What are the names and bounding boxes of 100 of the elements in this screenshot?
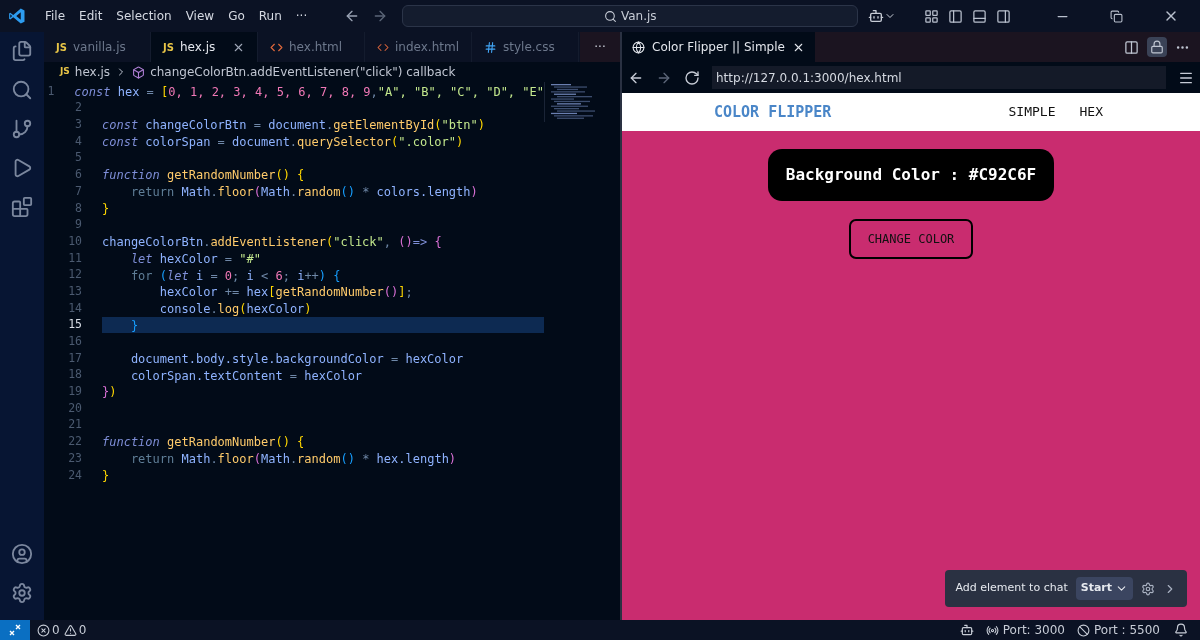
explorer-icon[interactable] — [11, 40, 33, 62]
warning-count[interactable]: 0 — [78, 621, 87, 639]
nav-link[interactable]: SIMPLE — [1008, 102, 1056, 122]
lock-button[interactable] — [1147, 37, 1167, 57]
page-icon — [632, 40, 645, 54]
line-number: 12 — [67, 266, 82, 284]
error-count[interactable]: 0 — [52, 621, 60, 639]
brand-link[interactable]: COLOR FLIPPER — [714, 100, 832, 124]
change-color-button[interactable]: CHANGE COLOR — [848, 219, 974, 259]
code-line: colorSpan.textContent = hexColor — [129, 368, 363, 383]
js-file-icon: JS — [163, 39, 174, 55]
code-line: document.body.style.backgroundColor = hexColor — [129, 352, 464, 366]
line-number: 22 — [67, 433, 82, 451]
line-number: 6 — [74, 166, 82, 184]
robot-icon[interactable] — [959, 623, 974, 637]
search-icon — [603, 9, 617, 23]
line-number: 13 — [67, 282, 82, 300]
start-button[interactable]: Start — [1075, 577, 1133, 600]
browser-tab[interactable]: Color Flipper || Simple — [622, 32, 815, 62]
code-line: let hexColor = "#" — [129, 251, 261, 266]
command-search-field[interactable]: Van.js — [402, 5, 859, 27]
notification-icon[interactable] — [1174, 623, 1188, 637]
cube-icon — [132, 65, 146, 79]
port-status[interactable]: Port : 5500 — [1077, 621, 1160, 639]
line-number: 16 — [67, 333, 82, 351]
line-number: 1 — [46, 82, 55, 100]
js-file-icon: JS — [60, 65, 70, 79]
menu-item[interactable]: ··· — [288, 7, 315, 25]
menu-item[interactable]: Selection — [109, 7, 179, 25]
menu-item[interactable]: View — [178, 7, 222, 25]
breadcrumb-file[interactable]: hex.js — [74, 63, 111, 81]
more-actions-button[interactable]: ··· — [580, 32, 620, 62]
code-line: return Math.floor(Math.random() * hex.length) — [129, 452, 457, 467]
editor-tab[interactable]: hex.html — [258, 32, 365, 62]
toggle-sidebar-icon[interactable] — [948, 8, 963, 24]
code-line: const colorSpan = document.querySelector(".color") — [102, 135, 464, 150]
search-text: Van.js — [620, 8, 657, 25]
line-number: 10 — [67, 232, 82, 250]
line-number: 23 — [67, 449, 82, 467]
editor-tab[interactable]: JS hex.js — [151, 32, 258, 62]
error-icon[interactable] — [37, 623, 50, 637]
editor-tab[interactable]: style.css — [472, 32, 579, 62]
url-field[interactable]: http://127.0.0.1:3000/hex.html — [712, 66, 1166, 89]
nav-link[interactable]: HEX — [1079, 102, 1103, 122]
code-line: }) — [102, 385, 117, 400]
code-line: } — [102, 468, 110, 483]
warning-icon[interactable] — [63, 623, 77, 637]
breadcrumb-symbol[interactable]: changeColorBtn.addEventListener("click") callback — [150, 63, 456, 81]
line-number: 8 — [74, 199, 82, 217]
layout-icon[interactable] — [924, 8, 939, 24]
line-number: 14 — [67, 299, 82, 317]
menu-item[interactable]: Go — [221, 7, 252, 25]
broadcast-icon — [985, 623, 999, 637]
chat-toolbar-label: Add element to chat — [955, 580, 1068, 597]
settings-icon[interactable] — [1141, 581, 1155, 596]
line-number: 4 — [74, 132, 82, 150]
editor-tab[interactable]: index.html — [365, 32, 472, 62]
code-line: const changeColorBtn = document.getElementById("btn") — [102, 118, 485, 133]
split-editor-icon[interactable] — [1124, 39, 1139, 55]
toggle-panel-icon[interactable] — [972, 8, 987, 24]
line-number: 15 — [67, 316, 82, 334]
code-line: return Math.floor(Math.random() * colors.length) — [129, 185, 478, 200]
code-line: } — [102, 201, 110, 216]
code-line: function getRandomNumber() { — [102, 168, 305, 183]
robot-icon[interactable] — [868, 8, 885, 24]
menu-item[interactable]: Run — [251, 7, 289, 25]
reload-icon[interactable] — [684, 69, 700, 86]
line-number: 3 — [74, 116, 82, 134]
code-line: const hex = [0, 1, 2, 3, 4, 5, 6, 7, 8, 9,"A", "B", "C", "D", "E" — [74, 85, 544, 99]
js-file-icon: JS — [56, 39, 67, 55]
line-number: 11 — [67, 249, 82, 267]
code-line: } — [129, 318, 139, 333]
line-number: 7 — [74, 182, 82, 200]
restore-icon[interactable] — [1110, 9, 1123, 23]
toggle-secondary-sidebar-icon[interactable] — [996, 8, 1011, 24]
code-line: changeColorBtn.addEventListener("click", ()=> { — [102, 235, 442, 250]
code-editor-logo-icon — [8, 7, 26, 25]
menu-item[interactable]: File — [38, 7, 73, 25]
extensions-icon[interactable] — [11, 196, 33, 218]
code-line: hexColor += hex[getRandomNumber()]; — [158, 285, 413, 300]
code-line: function getRandomNumber() { — [102, 435, 305, 450]
source-control-icon[interactable] — [11, 118, 33, 140]
color-label: Background Color : #C92C6F — [767, 149, 1055, 201]
settings-icon[interactable] — [11, 582, 33, 604]
account-icon[interactable] — [11, 543, 33, 565]
line-number: 18 — [67, 366, 82, 384]
line-number: 24 — [67, 466, 82, 484]
remote-button[interactable] — [0, 620, 30, 640]
line-number: 2 — [74, 99, 82, 117]
line-number: 9 — [74, 216, 82, 234]
menu-item[interactable]: Edit — [72, 7, 110, 25]
port-status[interactable]: Port: 3000 — [985, 621, 1065, 639]
code-line: for (let i = 0; i < 6; i++) { — [129, 268, 341, 283]
line-number: 5 — [74, 149, 82, 167]
search-icon[interactable] — [11, 79, 33, 101]
line-number: 21 — [67, 416, 82, 434]
line-number: 20 — [67, 399, 82, 417]
code-line: console.log(hexColor) — [158, 301, 312, 316]
remote-icon — [8, 623, 22, 637]
no-entry-icon — [1077, 623, 1090, 637]
